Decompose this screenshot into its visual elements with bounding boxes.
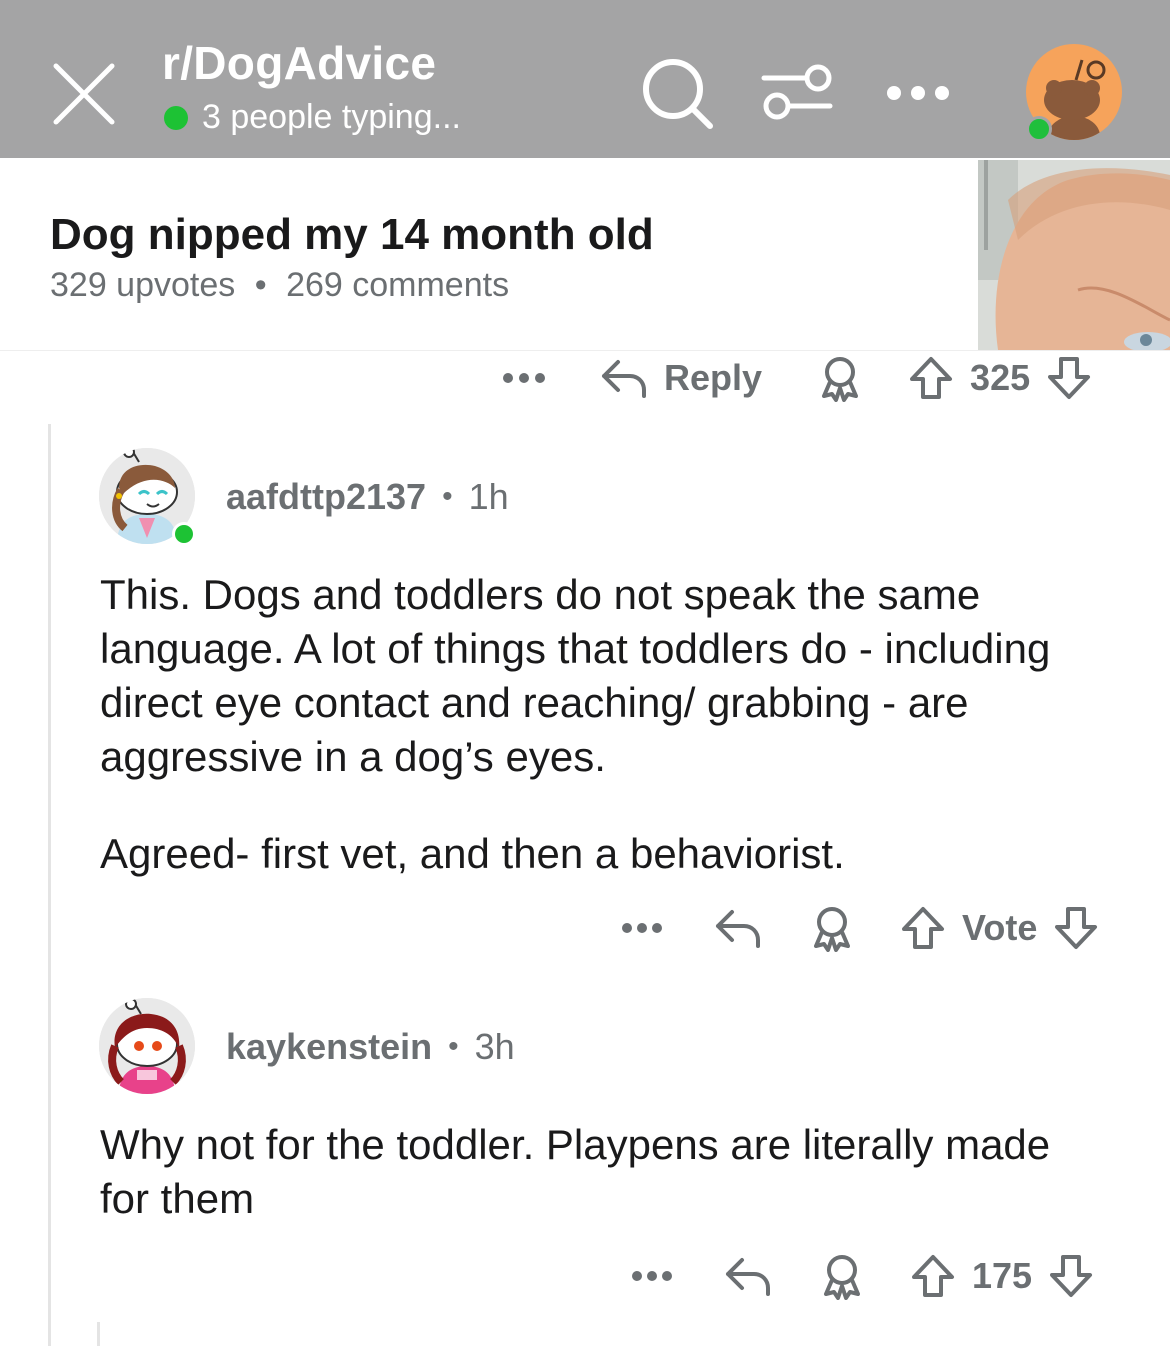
more-options-icon[interactable]: [630, 1266, 674, 1286]
comment-meta: aafdttp2137 • 1h: [226, 474, 509, 520]
header-title-block: r/DogAdvice 3 people typing...: [162, 40, 461, 137]
comment-actions: Vote: [620, 900, 1099, 956]
award-icon[interactable]: [808, 904, 856, 952]
meta-separator: •: [448, 1030, 459, 1063]
comment-actions: 175: [630, 1248, 1094, 1304]
meta-separator: •: [254, 266, 267, 304]
upvote-icon[interactable]: [910, 1253, 956, 1299]
filter-icon[interactable]: [760, 60, 834, 126]
comment-meta: kaykenstein • 3h: [226, 1024, 515, 1070]
downvote-icon[interactable]: [1046, 355, 1092, 401]
post-upvotes: 329 upvotes: [50, 266, 236, 304]
comment-username[interactable]: aafdttp2137: [226, 476, 426, 518]
post-meta: 329 upvotes • 269 comments: [50, 266, 509, 305]
post-header[interactable]: Dog nipped my 14 month old 329 upvotes •…: [0, 158, 1170, 351]
online-status-icon: [172, 522, 196, 546]
comment-username[interactable]: kaykenstein: [226, 1026, 432, 1068]
award-icon[interactable]: [816, 354, 864, 402]
typing-status: 3 people typing...: [202, 98, 461, 136]
vote-score: 175: [972, 1255, 1033, 1296]
parent-comment-actions: Reply 325: [500, 350, 1092, 406]
thread-line[interactable]: [48, 424, 51, 1346]
award-icon[interactable]: [818, 1252, 866, 1300]
comment-paragraph: This. Dogs and toddlers do not speak the…: [100, 571, 1051, 780]
post-thumbnail-image[interactable]: [978, 160, 1170, 350]
top-bar: r/DogAdvice 3 people typing...: [0, 0, 1170, 158]
comment-age: 3h: [474, 1026, 515, 1067]
vote-label: Vote: [962, 907, 1038, 948]
post-title[interactable]: Dog nipped my 14 month old: [50, 210, 654, 260]
upvote-icon[interactable]: [908, 355, 954, 401]
comment-paragraph: Agreed- first vet, and then a behavioris…: [100, 830, 845, 877]
reply-icon[interactable]: [600, 356, 648, 400]
subreddit-name[interactable]: r/DogAdvice: [162, 40, 461, 86]
downvote-icon[interactable]: [1053, 905, 1099, 951]
post-comment-count: 269 comments: [286, 266, 510, 304]
downvote-icon[interactable]: [1048, 1253, 1094, 1299]
comment-body: Why not for the toddler. Playpens are li…: [100, 1118, 1110, 1226]
comment-age: 1h: [468, 476, 509, 517]
comment-paragraph: Why not for the toddler. Playpens are li…: [100, 1121, 1051, 1222]
online-status-icon: [1026, 116, 1052, 142]
comment-body: This. Dogs and toddlers do not speak the…: [100, 568, 1110, 881]
vote-score: 325: [970, 357, 1031, 398]
more-options-icon[interactable]: [884, 78, 952, 108]
reply-button[interactable]: Reply: [664, 357, 762, 399]
thread-line[interactable]: [97, 1322, 100, 1346]
more-options-icon[interactable]: [620, 918, 664, 938]
typing-indicator: 3 people typing...: [162, 98, 461, 137]
upvote-icon[interactable]: [900, 905, 946, 951]
reply-icon[interactable]: [714, 906, 762, 950]
more-options-icon[interactable]: [500, 368, 548, 388]
meta-separator: •: [442, 480, 453, 513]
search-icon[interactable]: [640, 56, 716, 132]
online-dot-icon: [164, 105, 188, 130]
close-icon[interactable]: [50, 60, 118, 128]
reply-icon[interactable]: [724, 1254, 772, 1298]
avatar[interactable]: [99, 998, 195, 1094]
